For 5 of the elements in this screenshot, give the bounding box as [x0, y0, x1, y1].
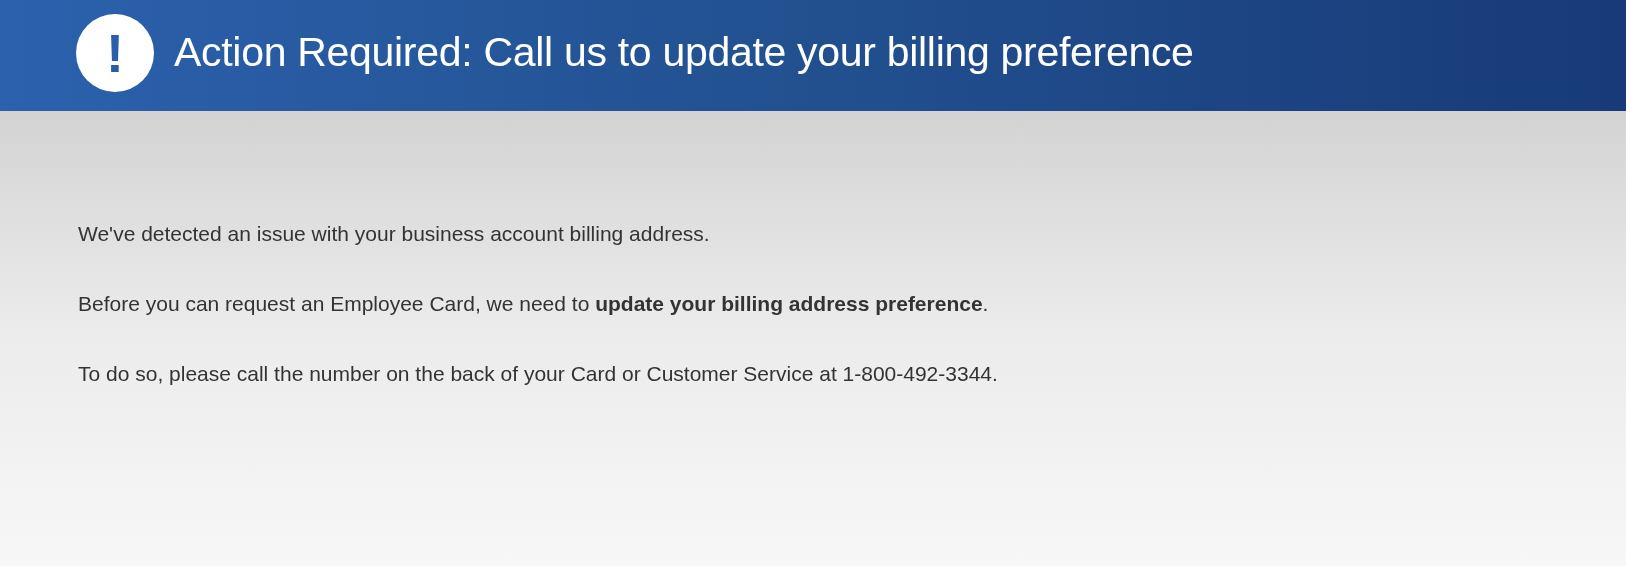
alert-icon: !	[76, 13, 154, 92]
banner-title: Action Required: Call us to update your billing preference	[174, 29, 1194, 76]
message-text: We've detected an issue with your business account billing address.	[78, 221, 711, 247]
message-text: Before you can request an Employee Card, we need to update your billing address preference.	[78, 291, 990, 317]
message-text: To do so, please call the number on the back of your Card or Customer Service at 1-800-492-3344.	[78, 361, 999, 387]
